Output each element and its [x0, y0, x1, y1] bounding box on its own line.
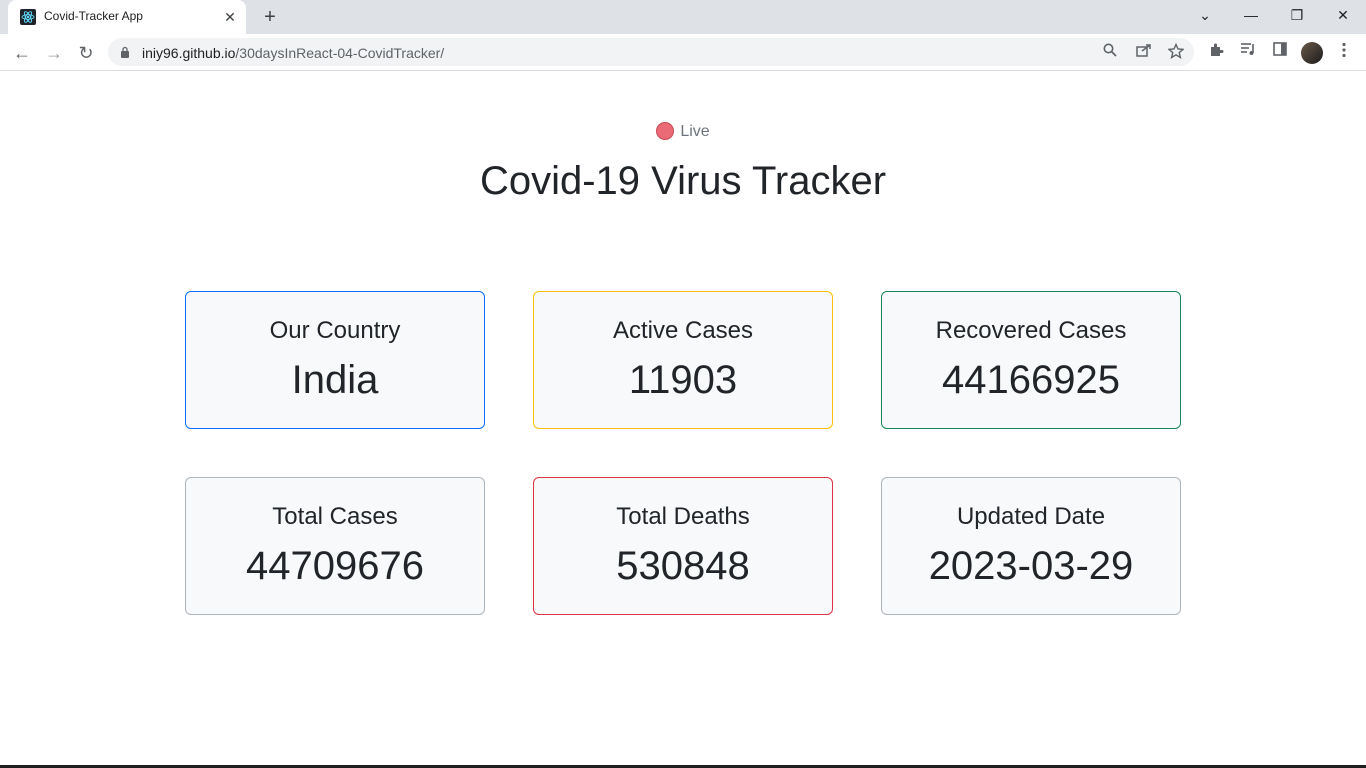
- media-icon[interactable]: [1238, 42, 1258, 62]
- card-label: Our Country: [269, 317, 401, 344]
- live-dot-icon: [656, 122, 675, 140]
- minimize-button[interactable]: —: [1228, 0, 1274, 30]
- extensions-icon[interactable]: [1206, 42, 1226, 62]
- card-value: India: [291, 358, 379, 402]
- card-label: Total Cases: [272, 503, 398, 530]
- card-value: 44709676: [246, 544, 424, 588]
- react-favicon-icon: [20, 9, 36, 25]
- card-our-country: Our Country India: [185, 291, 485, 429]
- restore-button[interactable]: ❐: [1274, 0, 1320, 30]
- card-recovered-cases: Recovered Cases 44166925: [881, 291, 1181, 429]
- side-panel-icon[interactable]: [1270, 42, 1290, 62]
- profile-avatar[interactable]: [1301, 42, 1323, 64]
- back-button[interactable]: ←: [9, 40, 35, 66]
- card-active-cases: Active Cases 11903: [533, 291, 833, 429]
- live-label: Live: [680, 123, 710, 140]
- tab-title: Covid-Tracker App: [44, 9, 143, 23]
- card-label: Updated Date: [956, 503, 1106, 530]
- card-label: Recovered Cases: [935, 317, 1127, 344]
- card-total-deaths: Total Deaths 530848: [533, 477, 833, 615]
- browser-toolbar: ← → ↻ iniy96.github.io/30daysInReact-04-…: [0, 34, 1366, 71]
- card-value: 2023-03-29: [928, 544, 1134, 588]
- tab-close-icon[interactable]: ✕: [222, 9, 238, 25]
- url-host: iniy96.github.io: [142, 45, 236, 61]
- browser-tab[interactable]: Covid-Tracker App ✕: [8, 0, 246, 34]
- card-value: 11903: [628, 358, 738, 402]
- forward-button[interactable]: →: [41, 40, 67, 66]
- card-value: 44166925: [942, 358, 1120, 402]
- menu-icon[interactable]: [1334, 42, 1354, 62]
- reload-button[interactable]: ↻: [73, 40, 99, 66]
- card-updated-date: Updated Date 2023-03-29: [881, 477, 1181, 615]
- address-bar[interactable]: iniy96.github.io/30daysInReact-04-CovidT…: [108, 38, 1194, 66]
- live-indicator: Live: [0, 122, 1366, 141]
- card-label: Total Deaths: [616, 503, 750, 530]
- page-title: Covid-19 Virus Tracker: [479, 159, 887, 203]
- card-total-cases: Total Cases 44709676: [185, 477, 485, 615]
- page-content: Live Covid-19 Virus Tracker Our Country …: [0, 71, 1366, 765]
- tab-strip: Covid-Tracker App ✕ + ⌄ — ❐ ✕: [0, 0, 1366, 34]
- card-label: Active Cases: [612, 317, 754, 344]
- tab-search-dropdown-icon[interactable]: ⌄: [1182, 0, 1228, 30]
- lock-icon[interactable]: [120, 46, 130, 58]
- share-icon[interactable]: [1135, 43, 1153, 61]
- zoom-icon[interactable]: [1101, 43, 1119, 61]
- bookmark-star-icon[interactable]: [1167, 42, 1185, 61]
- url-text[interactable]: iniy96.github.io/30daysInReact-04-CovidT…: [142, 45, 444, 61]
- url-path: /30daysInReact-04-CovidTracker/: [235, 45, 445, 61]
- card-value: 530848: [616, 544, 750, 588]
- new-tab-button[interactable]: +: [258, 6, 282, 28]
- close-window-button[interactable]: ✕: [1320, 0, 1366, 30]
